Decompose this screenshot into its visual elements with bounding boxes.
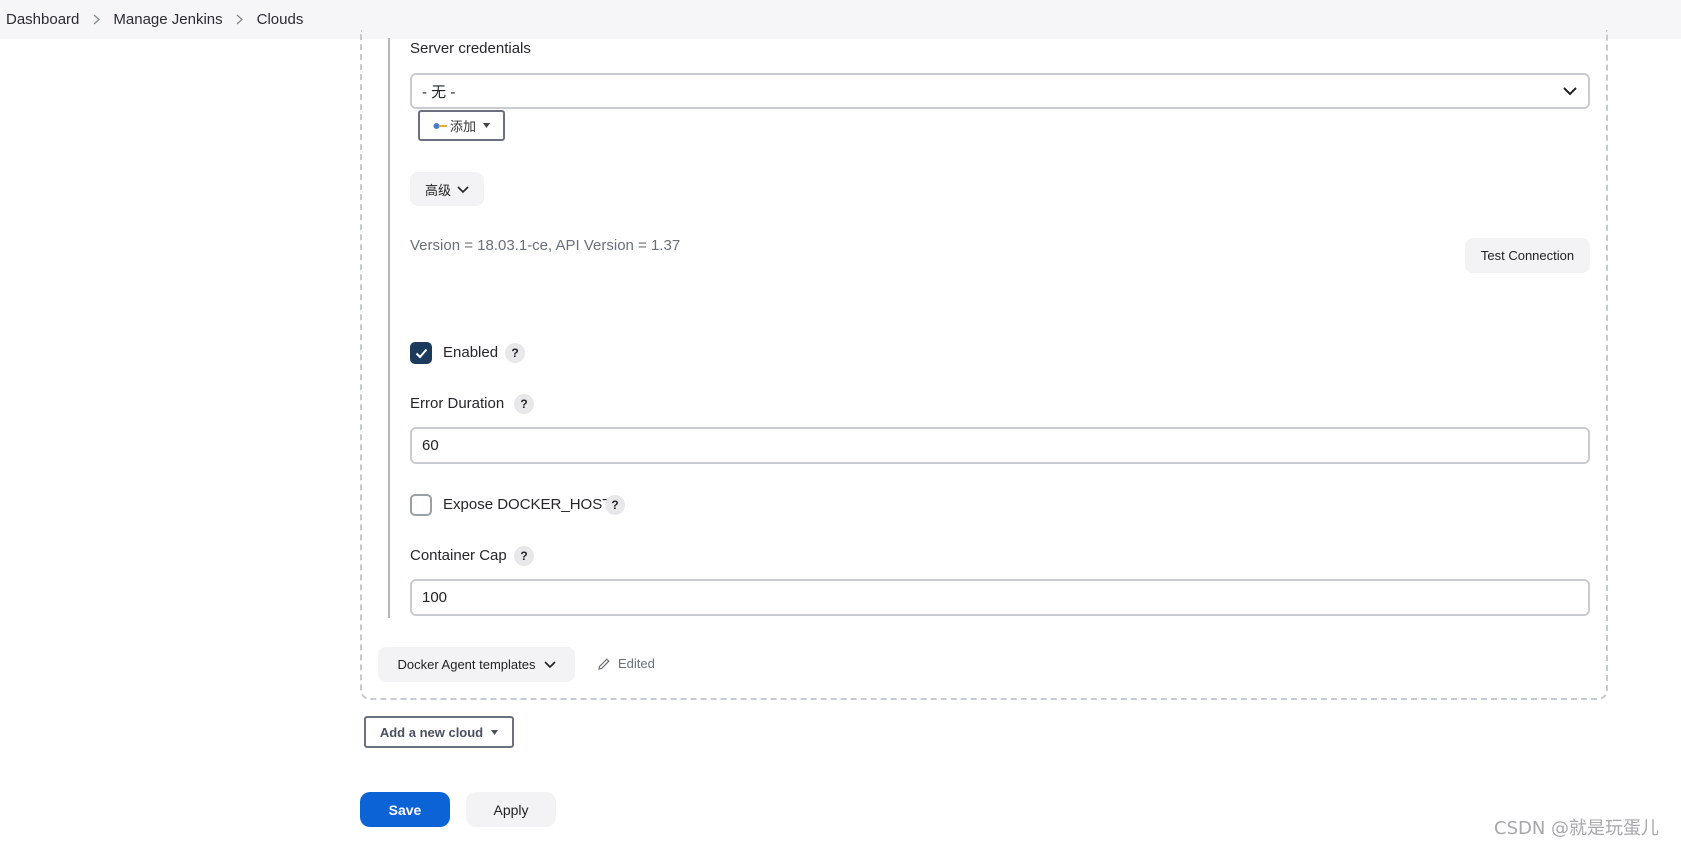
container-cap-input[interactable]: 100 xyxy=(410,579,1590,616)
chevron-right-icon xyxy=(223,14,257,25)
server-credentials-select[interactable]: - 无 - xyxy=(410,73,1590,109)
key-icon xyxy=(433,122,447,129)
docker-agent-templates-button[interactable]: Docker Agent templates xyxy=(378,647,575,682)
help-icon[interactable]: ? xyxy=(505,343,525,363)
add-credentials-label: 添加 xyxy=(449,119,476,134)
caret-down-icon xyxy=(483,123,490,128)
server-credentials-value: - 无 - xyxy=(422,83,456,101)
help-icon[interactable]: ? xyxy=(605,495,625,515)
edited-label: Edited xyxy=(618,656,655,671)
advanced-label: 高级 xyxy=(424,182,451,198)
section-rule xyxy=(388,38,390,618)
edited-indicator: Edited xyxy=(597,656,655,671)
check-icon xyxy=(415,348,427,358)
breadcrumb-dashboard[interactable]: Dashboard xyxy=(6,11,79,28)
version-info: Version = 18.03.1-ce, API Version = 1.37 xyxy=(410,237,681,254)
error-duration-input[interactable]: 60 xyxy=(410,427,1590,464)
test-connection-button[interactable]: Test Connection xyxy=(1465,238,1590,273)
save-button[interactable]: Save xyxy=(360,792,450,827)
breadcrumb-manage-jenkins[interactable]: Manage Jenkins xyxy=(113,11,222,28)
watermark: CSDN @就是玩蛋儿 xyxy=(1494,818,1660,839)
enabled-checkbox[interactable] xyxy=(410,342,432,364)
help-icon[interactable]: ? xyxy=(514,394,534,414)
chevron-right-icon xyxy=(79,14,113,25)
jenkins-clouds-page: Dashboard Manage Jenkins Clouds Server c… xyxy=(0,0,1681,847)
expose-docker-host-label: Expose DOCKER_HOST xyxy=(443,496,612,513)
chevron-down-icon xyxy=(543,661,556,669)
chevron-down-icon xyxy=(457,185,469,193)
caret-down-icon xyxy=(491,729,499,735)
advanced-button[interactable]: 高级 xyxy=(410,172,484,206)
error-duration-value: 60 xyxy=(422,437,439,454)
container-cap-value: 100 xyxy=(422,589,448,606)
add-new-cloud-button[interactable]: Add a new cloud xyxy=(364,716,514,748)
docker-agent-templates-label: Docker Agent templates xyxy=(397,657,536,672)
pencil-icon xyxy=(598,657,610,670)
breadcrumb-clouds[interactable]: Clouds xyxy=(257,11,304,28)
add-new-cloud-label: Add a new cloud xyxy=(379,724,484,740)
enabled-label: Enabled xyxy=(443,344,499,361)
container-cap-label: Container Cap xyxy=(410,547,507,564)
expose-docker-host-checkbox[interactable] xyxy=(410,494,432,516)
error-duration-label: Error Duration xyxy=(410,395,505,412)
apply-button[interactable]: Apply xyxy=(466,792,556,827)
server-credentials-label: Server credentials xyxy=(410,40,531,57)
add-credentials-button[interactable]: 添加 xyxy=(418,110,505,141)
help-icon[interactable]: ? xyxy=(514,546,534,566)
chevron-down-icon xyxy=(1563,87,1577,96)
